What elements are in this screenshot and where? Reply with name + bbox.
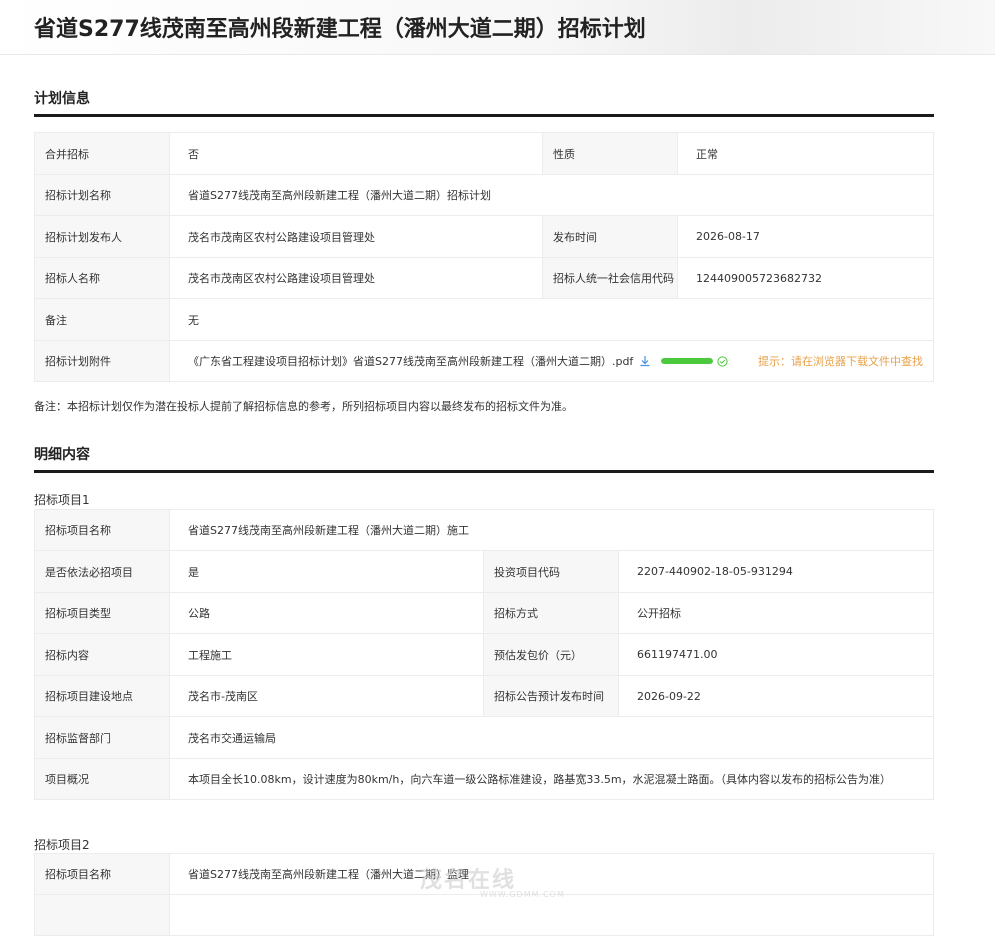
attachment-file-link[interactable]: 《广东省工程建设项目招标计划》省道S277线茂南至高州段新建工程（潘州大道二期）…	[188, 353, 633, 369]
item1-overview-value: 本项目全长10.08km，设计速度为80km/h，向六车道一级公路标准建设，路基…	[169, 758, 934, 800]
plan-name-value: 省道S277线茂南至高州段新建工程（潘州大道二期）招标计划	[169, 174, 934, 216]
plan-info-table: 合并招标 否 性质 正常 招标计划名称 省道S277线茂南至高州段新建工程（潘州…	[34, 132, 934, 382]
item1-location-label: 招标项目建设地点	[34, 675, 170, 717]
plan-info-heading: 计划信息	[34, 88, 934, 117]
credit-code-label: 招标人统一社会信用代码	[542, 257, 678, 299]
item1-name-value: 省道S277线茂南至高州段新建工程（潘州大道二期）施工	[169, 509, 934, 551]
nature-label: 性质	[542, 132, 678, 175]
item1-name-label: 招标项目名称	[34, 509, 170, 551]
item1-mandatory-value: 是	[169, 550, 484, 593]
item1-overview-label: 项目概况	[34, 758, 170, 800]
table-row	[34, 894, 934, 936]
attachment-cell: 《广东省工程建设项目招标计划》省道S277线茂南至高州段新建工程（潘州大道二期）…	[169, 340, 934, 382]
table-row: 项目概况 本项目全长10.08km，设计速度为80km/h，向六车道一级公路标准…	[34, 758, 934, 800]
download-progress-bar	[661, 358, 713, 364]
merged-value: 否	[169, 132, 543, 175]
item1-mandatory-label: 是否依法必招项目	[34, 550, 170, 593]
tender-item-1-table: 招标项目名称 省道S277线茂南至高州段新建工程（潘州大道二期）施工 是否依法必…	[34, 509, 934, 800]
item1-invest-code-label: 投资项目代码	[483, 550, 619, 593]
attachment-label: 招标计划附件	[34, 340, 170, 382]
item2-name-label: 招标项目名称	[34, 853, 170, 895]
table-row: 招标计划名称 省道S277线茂南至高州段新建工程（潘州大道二期）招标计划	[34, 174, 934, 216]
merged-label: 合并招标	[34, 132, 170, 175]
item1-invest-code-value: 2207-440902-18-05-931294	[618, 550, 934, 593]
item1-content-label: 招标内容	[34, 633, 170, 676]
download-icon[interactable]	[639, 355, 651, 367]
page-title: 省道S277线茂南至高州段新建工程（潘州大道二期）招标计划	[34, 17, 646, 42]
item1-content-value: 工程施工	[169, 633, 484, 676]
table-row: 是否依法必招项目 是 投资项目代码 2207-440902-18-05-9312…	[34, 550, 934, 593]
item1-price-label: 预估发包价（元）	[483, 633, 619, 676]
item1-supervisor-label: 招标监督部门	[34, 716, 170, 759]
item1-price-value: 661197471.00	[618, 633, 934, 676]
tender-item-2-caption: 招标项目2	[34, 838, 90, 852]
table-row: 招标项目建设地点 茂名市-茂南区 招标公告预计发布时间 2026-09-22	[34, 675, 934, 717]
publisher-label: 招标计划发布人	[34, 215, 170, 258]
table-row: 招标人名称 茂名市茂南区农村公路建设项目管理处 招标人统一社会信用代码 1244…	[34, 257, 934, 299]
table-row: 合并招标 否 性质 正常	[34, 132, 934, 175]
page-header: 省道S277线茂南至高州段新建工程（潘州大道二期）招标计划	[0, 0, 995, 55]
item1-notice-time-label: 招标公告预计发布时间	[483, 675, 619, 717]
table-row: 招标项目名称 省道S277线茂南至高州段新建工程（潘州大道二期）施工	[34, 509, 934, 551]
table-row: 招标计划发布人 茂名市茂南区农村公路建设项目管理处 发布时间 2026-08-1…	[34, 215, 934, 258]
item1-supervisor-value: 茂名市交通运输局	[169, 716, 934, 759]
publish-time-label: 发布时间	[542, 215, 678, 258]
item1-notice-time-value: 2026-09-22	[618, 675, 934, 717]
watermark-url: WWW.GDMM.COM	[480, 890, 565, 899]
check-circle-icon	[717, 355, 728, 367]
credit-code-value: 124409005723682732	[677, 257, 934, 299]
detail-heading: 明细内容	[34, 444, 934, 473]
table-row: 招标监督部门 茂名市交通运输局	[34, 716, 934, 759]
tender-item-1-caption: 招标项目1	[34, 493, 90, 507]
table-row: 招标项目类型 公路 招标方式 公开招标	[34, 592, 934, 634]
item1-location-value: 茂名市-茂南区	[169, 675, 484, 717]
plan-name-label: 招标计划名称	[34, 174, 170, 216]
remark-value: 无	[169, 298, 934, 341]
table-row: 招标计划附件 《广东省工程建设项目招标计划》省道S277线茂南至高州段新建工程（…	[34, 340, 934, 382]
item1-type-value: 公路	[169, 592, 484, 634]
tenderer-label: 招标人名称	[34, 257, 170, 299]
table-row: 招标内容 工程施工 预估发包价（元） 661197471.00	[34, 633, 934, 676]
remark-label: 备注	[34, 298, 170, 341]
site-watermark: 茂名在线 WWW.GDMM.COM	[420, 862, 565, 899]
nature-value: 正常	[677, 132, 934, 175]
item1-method-label: 招标方式	[483, 592, 619, 634]
attachment-tip: 提示：请在浏览器下载文件中查找	[758, 355, 923, 368]
download-progress-fill	[661, 358, 713, 364]
publisher-value: 茂名市茂南区农村公路建设项目管理处	[169, 215, 543, 258]
item2-next-value	[169, 894, 934, 936]
item1-method-value: 公开招标	[618, 592, 934, 634]
publish-time-value: 2026-08-17	[677, 215, 934, 258]
item1-type-label: 招标项目类型	[34, 592, 170, 634]
tenderer-value: 茂名市茂南区农村公路建设项目管理处	[169, 257, 543, 299]
disclaimer-note: 备注：本招标计划仅作为潜在投标人提前了解招标信息的参考，所列招标项目内容以最终发…	[34, 400, 573, 413]
table-row: 备注 无	[34, 298, 934, 341]
item2-next-label	[34, 894, 170, 936]
